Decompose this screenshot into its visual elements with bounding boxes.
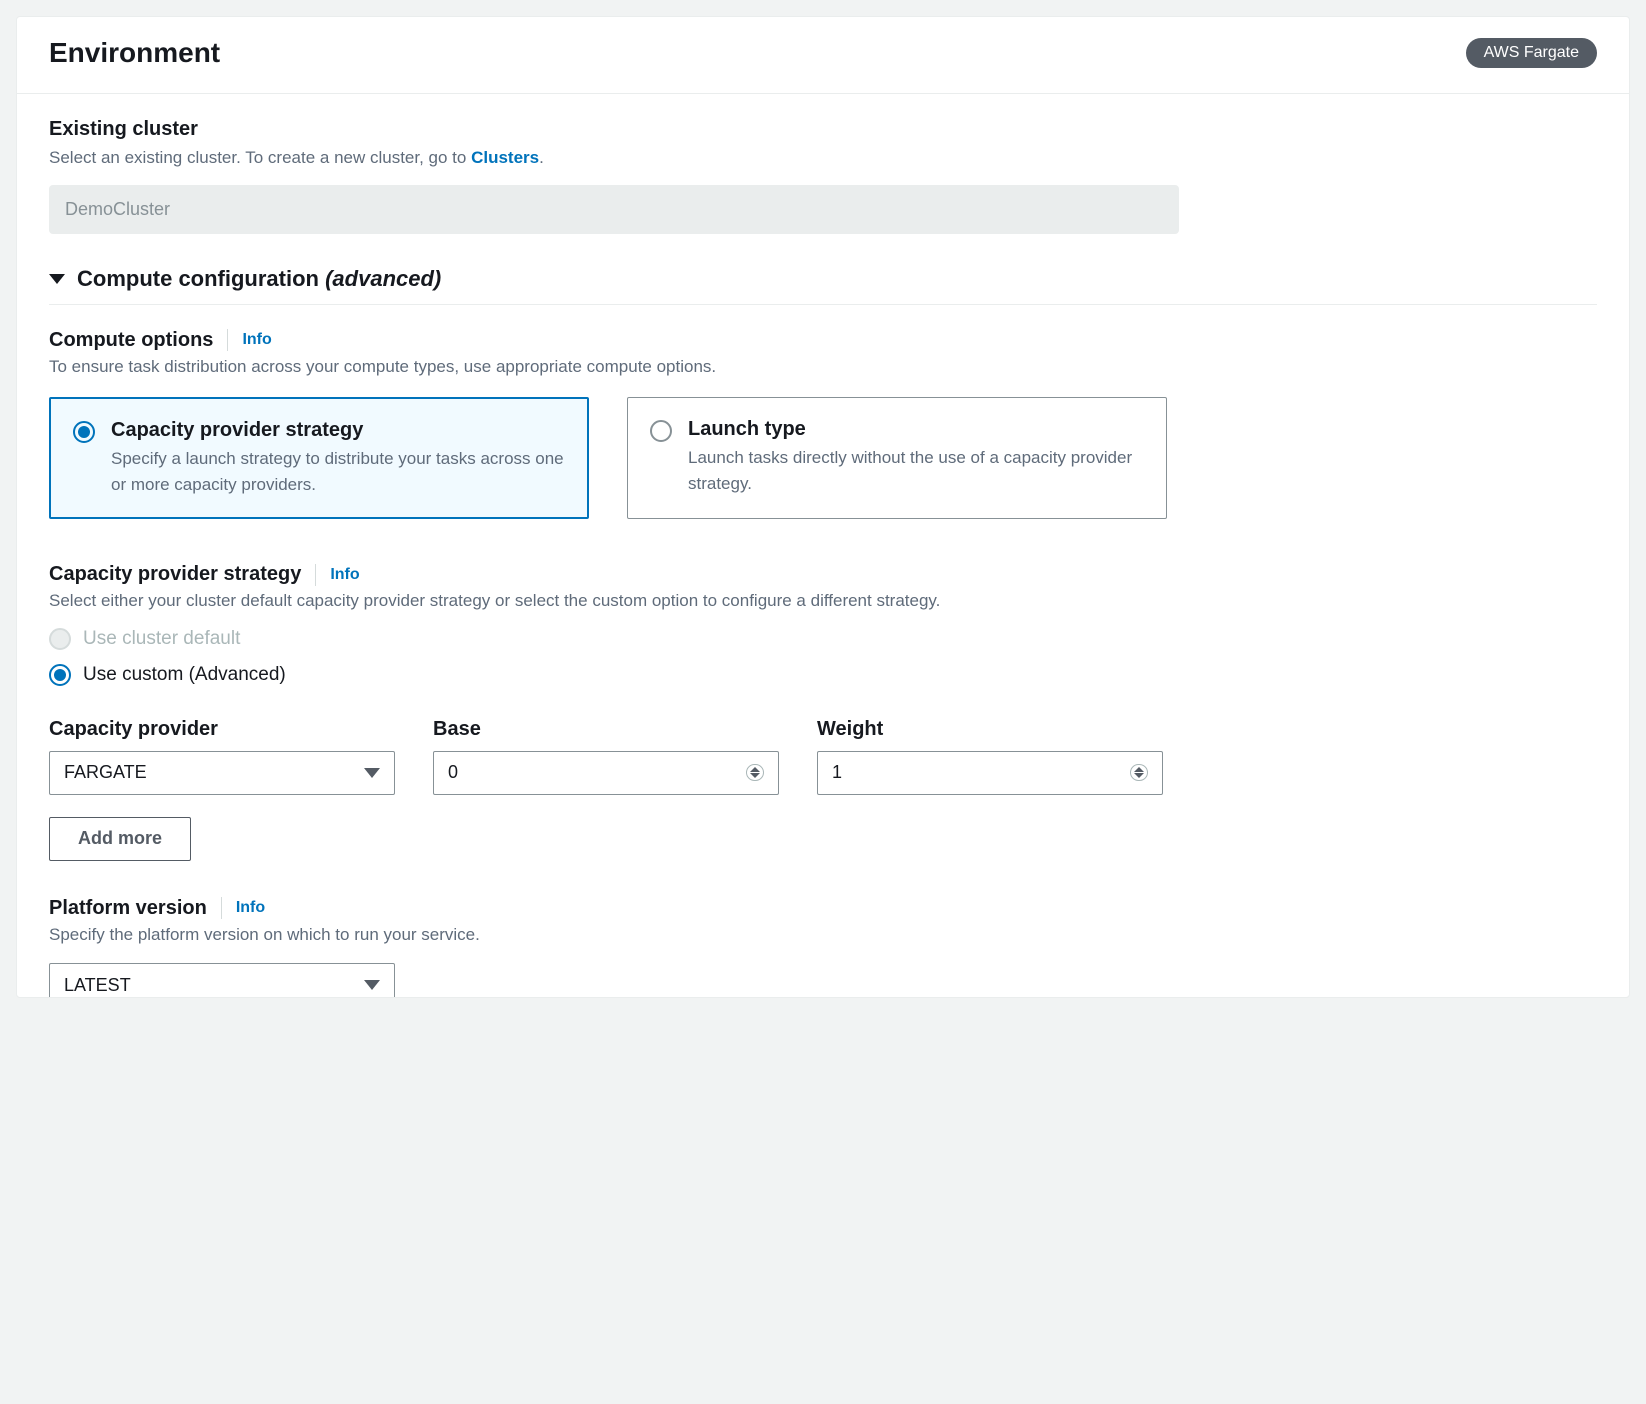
input-value: 1 bbox=[832, 762, 842, 783]
capacity-strategy-info-link[interactable]: Info bbox=[330, 566, 359, 584]
weight-input[interactable]: 1 bbox=[817, 751, 1163, 795]
compute-config-toggle[interactable]: Compute configuration (advanced) bbox=[49, 266, 1597, 305]
capacity-provider-select[interactable]: FARGATE bbox=[49, 751, 395, 795]
compute-options-desc: To ensure task distribution across your … bbox=[49, 354, 1597, 380]
capacity-strategy-desc: Select either your cluster default capac… bbox=[49, 588, 1597, 614]
platform-version-desc: Specify the platform version on which to… bbox=[49, 922, 1597, 948]
divider bbox=[227, 329, 228, 351]
base-input[interactable]: 0 bbox=[433, 751, 779, 795]
chevron-down-icon bbox=[364, 768, 380, 778]
capacity-provider-col: Capacity provider FARGATE bbox=[49, 718, 395, 795]
stepper-down-icon bbox=[750, 773, 760, 778]
divider bbox=[221, 897, 222, 919]
base-col: Base 0 bbox=[433, 718, 779, 795]
tile-title: Launch type bbox=[688, 418, 1144, 441]
platform-version-info-link[interactable]: Info bbox=[236, 899, 265, 917]
stepper-up-icon bbox=[1134, 767, 1144, 772]
capacity-strategy-header: Capacity provider strategy Info bbox=[49, 563, 1597, 586]
tile-desc: Launch tasks directly without the use of… bbox=[688, 445, 1144, 496]
radio-icon bbox=[650, 420, 672, 442]
tile-body: Capacity provider strategy Specify a lau… bbox=[111, 419, 565, 497]
compute-options-header: Compute options Info bbox=[49, 329, 1597, 352]
compute-badge: AWS Fargate bbox=[1466, 38, 1597, 68]
cluster-desc-text: Select an existing cluster. To create a … bbox=[49, 148, 471, 167]
number-stepper-icon bbox=[746, 764, 764, 781]
stepper-down-icon bbox=[1134, 773, 1144, 778]
compute-config-title-em: (advanced) bbox=[325, 266, 441, 291]
compute-options-info-link[interactable]: Info bbox=[242, 331, 271, 349]
capacity-strategy-label: Capacity provider strategy bbox=[49, 563, 301, 586]
tile-title: Capacity provider strategy bbox=[111, 419, 565, 442]
compute-config-title: Compute configuration (advanced) bbox=[77, 266, 441, 292]
panel-header: Environment AWS Fargate bbox=[17, 17, 1629, 94]
radio-icon bbox=[49, 664, 71, 686]
add-more-button[interactable]: Add more bbox=[49, 817, 191, 861]
radio-use-custom[interactable]: Use custom (Advanced) bbox=[49, 664, 1597, 686]
panel-body: Existing cluster Select an existing clus… bbox=[17, 94, 1629, 997]
chevron-down-icon bbox=[364, 980, 380, 990]
base-label: Base bbox=[433, 718, 779, 741]
input-value: 0 bbox=[448, 762, 458, 783]
tile-body: Launch type Launch tasks directly withou… bbox=[688, 418, 1144, 498]
provider-fields-row: Capacity provider FARGATE Base 0 bbox=[49, 718, 1597, 795]
select-value: LATEST bbox=[64, 975, 131, 996]
select-value: FARGATE bbox=[64, 762, 147, 783]
clusters-link[interactable]: Clusters bbox=[471, 148, 539, 167]
capacity-provider-label: Capacity provider bbox=[49, 718, 395, 741]
caret-down-icon bbox=[49, 274, 65, 284]
radio-use-cluster-default: Use cluster default bbox=[49, 628, 1597, 650]
platform-version-label: Platform version bbox=[49, 897, 207, 920]
weight-label: Weight bbox=[817, 718, 1163, 741]
radio-icon bbox=[49, 628, 71, 650]
cluster-select[interactable]: DemoCluster bbox=[49, 185, 1179, 234]
weight-col: Weight 1 bbox=[817, 718, 1163, 795]
platform-version-select[interactable]: LATEST bbox=[49, 963, 395, 997]
cluster-desc-suffix: . bbox=[539, 148, 544, 167]
compute-configuration-section: Compute configuration (advanced) Compute… bbox=[49, 266, 1597, 998]
compute-config-title-main: Compute configuration bbox=[77, 266, 325, 291]
strategy-radio-group: Use cluster default Use custom (Advanced… bbox=[49, 628, 1597, 686]
radio-label: Use cluster default bbox=[83, 628, 240, 650]
tile-launch-type[interactable]: Launch type Launch tasks directly withou… bbox=[627, 397, 1167, 519]
existing-cluster-section: Existing cluster Select an existing clus… bbox=[49, 118, 1597, 234]
cluster-desc: Select an existing cluster. To create a … bbox=[49, 145, 1597, 171]
platform-version-select-clip: LATEST bbox=[49, 963, 1597, 997]
divider bbox=[315, 564, 316, 586]
radio-label: Use custom (Advanced) bbox=[83, 664, 286, 686]
radio-icon bbox=[73, 421, 95, 443]
tile-capacity-provider-strategy[interactable]: Capacity provider strategy Specify a lau… bbox=[49, 397, 589, 519]
tile-desc: Specify a launch strategy to distribute … bbox=[111, 446, 565, 497]
number-stepper-icon bbox=[1130, 764, 1148, 781]
compute-option-tiles: Capacity provider strategy Specify a lau… bbox=[49, 397, 1597, 519]
page-title: Environment bbox=[49, 37, 220, 69]
environment-panel: Environment AWS Fargate Existing cluster… bbox=[16, 16, 1630, 998]
platform-version-header: Platform version Info bbox=[49, 897, 1597, 920]
compute-options-label: Compute options bbox=[49, 329, 213, 352]
cluster-label: Existing cluster bbox=[49, 118, 1597, 141]
stepper-up-icon bbox=[750, 767, 760, 772]
